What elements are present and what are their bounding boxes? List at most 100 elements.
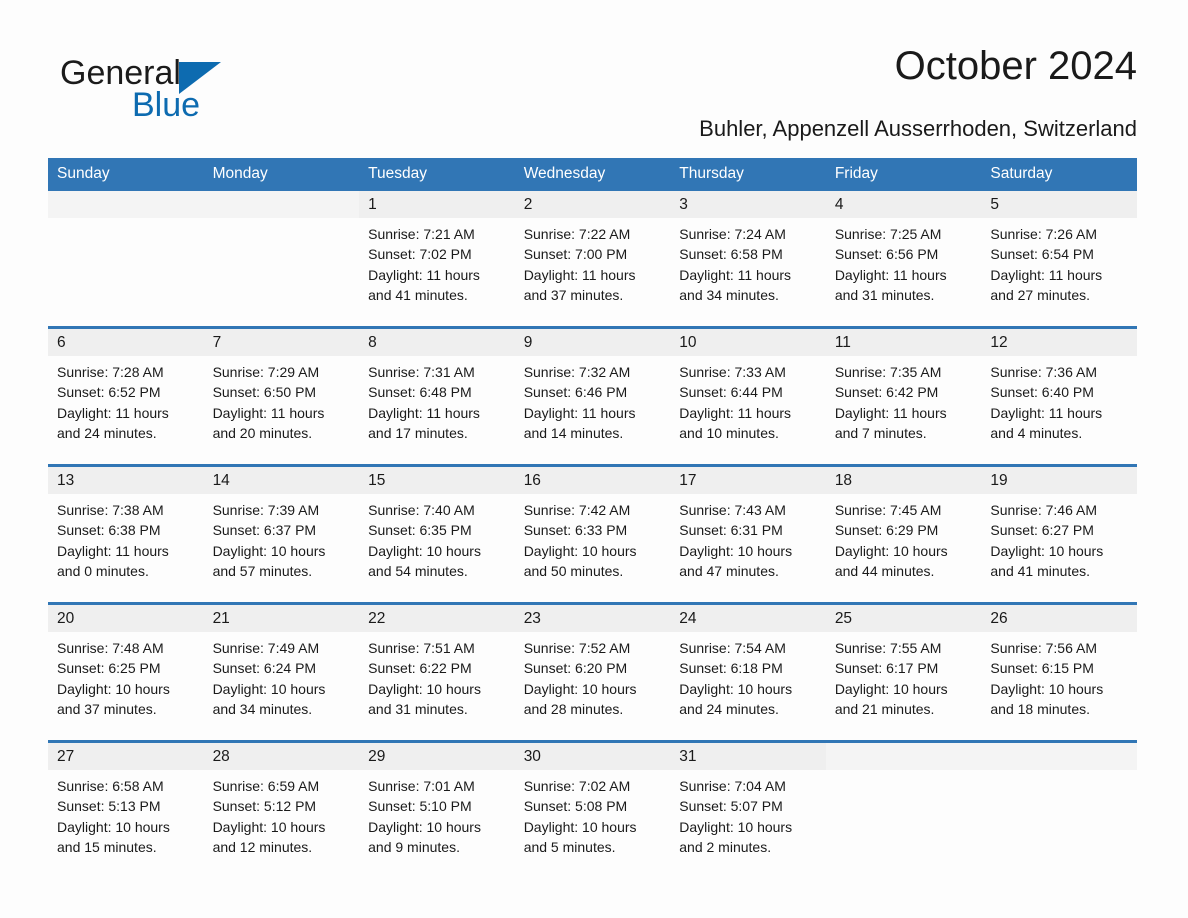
calendar-day-cell[interactable]: 3 Sunrise: 7:24 AM Sunset: 6:58 PM Daylight… <box>670 191 826 328</box>
day-info-line: Sunset: 6:18 PM <box>679 660 783 677</box>
day-info-line: and 18 minutes. <box>990 700 1090 717</box>
day-number: 27 <box>48 743 204 770</box>
page-subtitle: Buhler, Appenzell Ausserrhoden, Switzerl… <box>699 116 1137 141</box>
day-info-line: Sunset: 6:56 PM <box>834 246 939 263</box>
day-number: 3 <box>670 191 826 218</box>
calendar-day-cell[interactable]: 29 Sunrise: 7:01 AM Sunset: 5:10 PM Dayligh… <box>359 740 515 878</box>
calendar-day-cell[interactable]: 20 Sunrise: 7:48 AM Sunset: 6:25 PM Dayligh… <box>48 602 204 742</box>
day-info-line: Sunrise: 7:04 AM <box>679 778 786 794</box>
day-number: 8 <box>359 329 515 356</box>
calendar-day-cell[interactable]: 14 Sunrise: 7:39 AM Sunset: 6:37 PM Dayligh… <box>203 464 360 604</box>
day-info-line: Sunset: 5:10 PM <box>368 798 472 815</box>
day-info-line: Sunset: 6:50 PM <box>212 384 317 401</box>
day-info: Sunrise: 7:52 AM Sunset: 6:20 PM Daylight:… <box>515 632 671 719</box>
calendar-day-cell[interactable]: 15 Sunrise: 7:40 AM Sunset: 6:35 PM Dayligh… <box>359 464 515 604</box>
day-info-line: Daylight: 11 hours <box>523 266 636 283</box>
day-info: Sunrise: 7:04 AM Sunset: 5:07 PM Daylight:… <box>670 770 826 857</box>
day-info-line: Sunrise: 7:49 AM <box>212 640 320 656</box>
calendar-day-cell[interactable]: 28 Sunrise: 6:59 AM Sunset: 5:12 PM Dayligh… <box>203 740 360 878</box>
calendar-day-cell[interactable]: 5 Sunrise: 7:26 AM Sunset: 6:54 PM Daylight… <box>981 191 1137 328</box>
day-number: 28 <box>203 743 360 770</box>
day-info-line: Daylight: 11 hours <box>990 266 1103 283</box>
day-cell-content: 1 Sunrise: 7:21 AM Sunset: 7:02 PM Daylight… <box>359 191 515 326</box>
day-info-line: Daylight: 11 hours <box>990 404 1103 421</box>
day-info-line: Daylight: 11 hours <box>834 404 947 421</box>
day-number: 30 <box>514 743 671 770</box>
day-cell-content: 22 Sunrise: 7:51 AM Sunset: 6:22 PM Dayligh… <box>359 605 515 740</box>
day-number: 24 <box>670 605 826 632</box>
calendar-day-cell[interactable]: 27 Sunrise: 6:58 AM Sunset: 5:13 PM Dayligh… <box>48 740 204 878</box>
day-info: Sunrise: 7:31 AM Sunset: 6:48 PM Daylight:… <box>359 356 515 443</box>
day-info-line: Sunrise: 7:21 AM <box>368 226 475 242</box>
calendar-day-cell[interactable]: 13 Sunrise: 7:38 AM Sunset: 6:38 PM Dayligh… <box>48 464 204 604</box>
day-info: Sunrise: 7:46 AM Sunset: 6:27 PM Daylight:… <box>981 494 1137 581</box>
calendar-day-cell[interactable]: 25 Sunrise: 7:55 AM Sunset: 6:17 PM Dayligh… <box>825 602 982 742</box>
day-info-line: Daylight: 11 hours <box>368 404 480 421</box>
day-info-line: Daylight: 10 hours <box>212 818 326 835</box>
day-cell-content: 23 Sunrise: 7:52 AM Sunset: 6:20 PM Dayligh… <box>514 605 671 740</box>
day-number: 16 <box>514 467 671 494</box>
day-info: Sunrise: 7:39 AM Sunset: 6:37 PM Daylight:… <box>204 494 360 581</box>
day-info-line: Sunrise: 7:42 AM <box>523 502 631 518</box>
day-cell-content <box>48 191 204 326</box>
calendar-day-cell[interactable]: 2 Sunrise: 7:22 AM Sunset: 7:00 PM Daylight… <box>514 191 671 328</box>
page-title: October 2024 <box>894 44 1137 88</box>
day-info-line: Sunset: 6:40 PM <box>990 384 1094 401</box>
day-cell-content: 16 Sunrise: 7:42 AM Sunset: 6:33 PM Dayligh… <box>514 467 671 602</box>
day-info-line: Sunset: 6:38 PM <box>57 522 161 539</box>
day-info-line: and 41 minutes. <box>990 562 1090 579</box>
brand-name-blue: Blue <box>132 86 201 124</box>
day-number: 13 <box>48 467 204 494</box>
day-info-line: Sunrise: 7:40 AM <box>368 502 475 518</box>
calendar-day-cell[interactable]: 11 Sunrise: 7:35 AM Sunset: 6:42 PM Dayligh… <box>825 326 982 466</box>
calendar-day-cell[interactable]: 16 Sunrise: 7:42 AM Sunset: 6:33 PM Dayligh… <box>514 464 671 604</box>
day-info-line: Sunset: 6:24 PM <box>212 660 317 677</box>
calendar-day-cell[interactable]: 24 Sunrise: 7:54 AM Sunset: 6:18 PM Dayligh… <box>670 602 826 742</box>
day-info-line: Daylight: 10 hours <box>212 680 326 697</box>
calendar-day-cell[interactable]: 9 Sunrise: 7:32 AM Sunset: 6:46 PM Daylight… <box>514 326 671 466</box>
day-info-line: and 17 minutes. <box>368 424 468 441</box>
day-info-line: and 34 minutes. <box>212 700 313 717</box>
day-info-line: Sunrise: 7:46 AM <box>990 502 1097 518</box>
calendar-day-cell[interactable]: 22 Sunrise: 7:51 AM Sunset: 6:22 PM Dayligh… <box>359 602 515 742</box>
calendar-day-cell[interactable]: 18 Sunrise: 7:45 AM Sunset: 6:29 PM Dayligh… <box>825 464 982 604</box>
calendar-day-cell[interactable]: 26 Sunrise: 7:56 AM Sunset: 6:15 PM Dayligh… <box>981 602 1137 742</box>
calendar-day-cell[interactable]: 21 Sunrise: 7:49 AM Sunset: 6:24 PM Dayligh… <box>203 602 360 742</box>
calendar-day-cell[interactable]: 23 Sunrise: 7:52 AM Sunset: 6:20 PM Dayligh… <box>514 602 671 742</box>
day-info-line: and 2 minutes. <box>679 838 772 855</box>
calendar-week-row: 13 Sunrise: 7:38 AM Sunset: 6:38 PM Dayligh… <box>48 464 1137 604</box>
day-number: 12 <box>981 329 1137 356</box>
day-info-line: and 4 minutes. <box>990 424 1083 441</box>
day-number: 10 <box>670 329 826 356</box>
calendar-day-cell[interactable]: 6 Sunrise: 7:28 AM Sunset: 6:52 PM Daylight… <box>48 326 204 466</box>
calendar-day-cell[interactable]: 17 Sunrise: 7:43 AM Sunset: 6:31 PM Dayligh… <box>670 464 826 604</box>
day-info-line: and 31 minutes. <box>834 286 935 303</box>
day-number <box>981 743 1137 770</box>
day-info-line: Daylight: 11 hours <box>834 266 947 283</box>
calendar-day-cell[interactable]: 7 Sunrise: 7:29 AM Sunset: 6:50 PM Daylight… <box>203 326 360 466</box>
calendar-day-cell[interactable]: 4 Sunrise: 7:25 AM Sunset: 6:56 PM Daylight… <box>825 191 982 328</box>
weekday-header-wednesday: Wednesday <box>514 158 671 191</box>
day-info-line: Daylight: 10 hours <box>679 542 793 559</box>
calendar-day-cell[interactable]: 1 Sunrise: 7:21 AM Sunset: 7:02 PM Daylight… <box>359 191 515 328</box>
day-info-line: Daylight: 11 hours <box>57 542 169 559</box>
calendar-day-cell[interactable]: 31 Sunrise: 7:04 AM Sunset: 5:07 PM Dayligh… <box>670 740 826 878</box>
day-info: Sunrise: 7:21 AM Sunset: 7:02 PM Daylight:… <box>359 218 515 305</box>
day-info-line: Sunrise: 7:45 AM <box>834 502 942 518</box>
day-info-line: Sunset: 6:31 PM <box>679 522 783 539</box>
weekday-header-friday: Friday <box>825 158 982 191</box>
calendar-day-cell[interactable]: 8 Sunrise: 7:31 AM Sunset: 6:48 PM Daylight… <box>359 326 515 466</box>
calendar-day-cell[interactable]: 30 Sunrise: 7:02 AM Sunset: 5:08 PM Dayligh… <box>514 740 671 878</box>
day-info-line: Sunrise: 7:51 AM <box>368 640 475 656</box>
day-info-line: and 12 minutes. <box>212 838 313 855</box>
calendar-day-cell[interactable]: 12 Sunrise: 7:36 AM Sunset: 6:40 PM Dayligh… <box>981 326 1137 466</box>
calendar-day-cell[interactable]: 10 Sunrise: 7:33 AM Sunset: 6:44 PM Dayligh… <box>670 326 826 466</box>
calendar-day-cell[interactable]: 19 Sunrise: 7:46 AM Sunset: 6:27 PM Dayligh… <box>981 464 1137 604</box>
day-info-line: and 57 minutes. <box>212 562 313 579</box>
day-info-line: Sunset: 5:13 PM <box>57 798 161 815</box>
day-info-line: Sunrise: 6:59 AM <box>212 778 320 794</box>
day-info-line: Daylight: 10 hours <box>990 680 1104 697</box>
day-info: Sunrise: 6:59 AM Sunset: 5:12 PM Daylight:… <box>204 770 360 857</box>
day-info: Sunrise: 7:24 AM Sunset: 6:58 PM Daylight:… <box>670 218 826 305</box>
day-info-line: Sunrise: 7:25 AM <box>834 226 942 242</box>
